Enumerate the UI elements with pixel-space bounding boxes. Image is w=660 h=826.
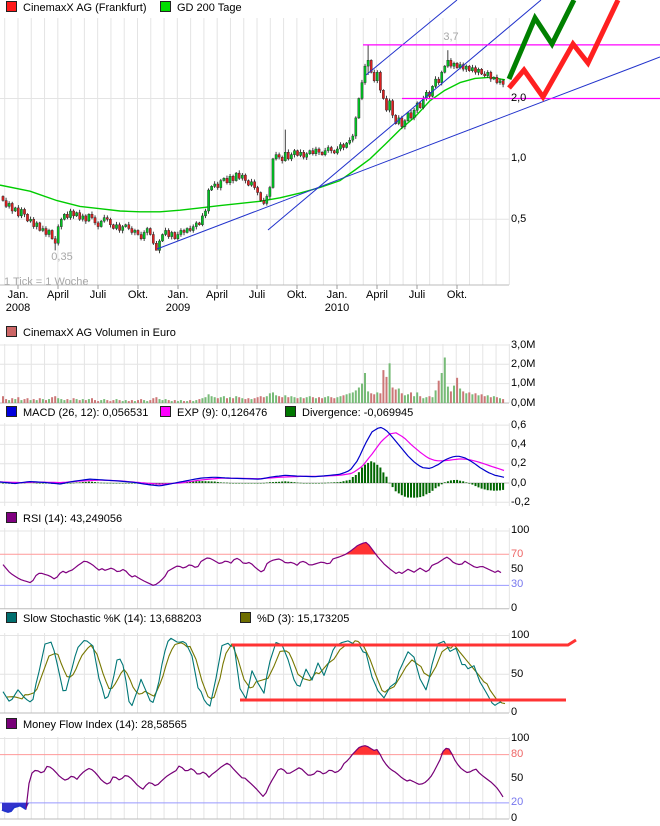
mfi-tick-100: 100 — [511, 732, 530, 744]
legend-item-stoch-k: Slow Stochastic %K (14): 13,688203 — [6, 612, 202, 625]
overbought-fill — [2, 745, 503, 755]
exp-label: EXP (9): 0,126476 — [177, 407, 268, 419]
x-tick-apr08: April — [46, 289, 69, 301]
x-tick-jan10: Jan. — [326, 289, 348, 301]
rsi-swatch-icon — [6, 512, 17, 523]
divergence-label: Divergence: -0,069945 — [302, 407, 414, 419]
instrument-swatch-icon — [6, 1, 17, 12]
candlestick-series — [1, 44, 505, 254]
vol-tick-3m: 3,0M — [511, 339, 536, 351]
mfi-tick-80: 80 — [511, 748, 524, 760]
price-tick-1: 1,0 — [511, 152, 527, 164]
stochastic-legend: Slow Stochastic %K (14): 13,688203 %D (3… — [0, 612, 660, 625]
price-chart-legend: CinemaxX AG (Frankfurt) GD 200 Tage — [0, 1, 660, 14]
legend-item-stoch-d: %D (3): 15,173205 — [240, 612, 349, 625]
low-extreme-label: 0,35 — [51, 251, 73, 263]
price-tick-05: 0,5 — [511, 213, 527, 225]
legend-item-macd: MACD (26, 12): 0,056531 — [6, 406, 148, 419]
x-tick-jul09: Juli — [248, 289, 266, 301]
price-tick-2: 2,0 — [511, 92, 527, 104]
x-tick-okt08: Okt. — [127, 289, 149, 301]
macd-tick-04: 0,4 — [511, 438, 527, 450]
legend-item-rsi: RSI (14): 43,249056 — [6, 512, 122, 525]
legend-item-exp: EXP (9): 0,126476 — [160, 406, 267, 419]
vol-tick-2m: 2,0M — [511, 358, 536, 370]
volume-legend: CinemaxX AG Volumen in Euro — [0, 326, 660, 339]
mfi-tick-50: 50 — [511, 772, 524, 784]
x-tick-apr09: April — [205, 289, 228, 301]
mfi-legend: Money Flow Index (14): 28,58565 — [0, 718, 660, 731]
x-tick-jan08: Jan. — [7, 289, 29, 301]
x-tick-year08: 2008 — [5, 302, 31, 314]
x-tick-jan09: Jan. — [167, 289, 189, 301]
macd-label: MACD (26, 12): 0,056531 — [23, 407, 149, 419]
volume-swatch-icon — [6, 326, 17, 337]
trendline — [267, 0, 542, 231]
x-tick-okt09: Okt. — [286, 289, 308, 301]
rsi-tick-100: 100 — [511, 524, 530, 536]
stoch-d-label: %D (3): 15,173205 — [257, 613, 350, 625]
stock-chart-page: CinemaxX AG (Frankfurt) GD 200 Tage 2,0 … — [0, 0, 660, 826]
legend-item-gd200: GD 200 Tage — [160, 1, 242, 14]
rsi-tick-50: 50 — [511, 563, 524, 575]
rsi-tick-30: 30 — [511, 578, 524, 590]
rsi-tick-70: 70 — [511, 548, 524, 560]
high-extreme-label: 3,7 — [443, 31, 459, 43]
alt-scenario-zigzag — [507, 0, 621, 102]
x-tick-jul10: Juli — [408, 289, 426, 301]
x-tick-jul08: Juli — [89, 289, 107, 301]
macd-tick-06: 0,6 — [511, 419, 527, 431]
stochastic-k-line — [2, 637, 502, 707]
mfi-line — [1, 745, 504, 813]
trendline — [156, 56, 660, 250]
stoch-tick-50: 50 — [511, 668, 524, 680]
rsi-label: RSI (14): 43,249056 — [23, 513, 123, 525]
divergence-swatch-icon — [285, 406, 296, 417]
exp-swatch-icon — [160, 406, 171, 417]
overbought-fill — [3, 542, 501, 555]
rsi-legend: RSI (14): 43,249056 — [0, 512, 660, 525]
legend-item-instrument: CinemaxX AG (Frankfurt) — [6, 1, 146, 14]
x-tick-year10: 2010 — [324, 302, 350, 314]
gd200-label: GD 200 Tage — [177, 2, 242, 14]
mfi-tick-0: 0 — [511, 812, 518, 824]
mfi-tick-20: 20 — [511, 796, 524, 808]
stoch-tick-100: 100 — [511, 629, 530, 641]
legend-item-mfi: Money Flow Index (14): 28,58565 — [6, 718, 187, 731]
macd-tick-00: 0,0 — [511, 477, 527, 489]
macd-swatch-icon — [6, 406, 17, 417]
macd-legend: MACD (26, 12): 0,056531 EXP (9): 0,12647… — [0, 406, 660, 419]
vol-tick-1m: 1,0M — [511, 377, 536, 389]
legend-item-divergence: Divergence: -0,069945 — [285, 406, 413, 419]
macd-tick-neg02: -0,2 — [511, 496, 530, 508]
macd-line — [0, 426, 505, 487]
mfi-label: Money Flow Index (14): 28,58565 — [23, 719, 187, 731]
mfi-swatch-icon — [6, 718, 17, 729]
legend-item-volume: CinemaxX AG Volumen in Euro — [6, 326, 176, 339]
stoch-k-label: Slow Stochastic %K (14): 13,688203 — [23, 613, 202, 625]
x-tick-okt10: Okt. — [446, 289, 468, 301]
instrument-label: CinemaxX AG (Frankfurt) — [23, 2, 147, 14]
macd-tick-02: 0,2 — [511, 457, 527, 469]
volume-label: CinemaxX AG Volumen in Euro — [23, 327, 176, 339]
stoch-k-swatch-icon — [6, 612, 17, 623]
x-tick-year09: 2009 — [165, 302, 191, 314]
rsi-line — [2, 541, 502, 586]
tick-interval-note: 1 Tick = 1 Woche — [4, 276, 89, 288]
stoch-d-swatch-icon — [240, 612, 251, 623]
gd200-swatch-icon — [160, 1, 171, 12]
macd-signal-line — [0, 432, 505, 485]
x-tick-apr10: April — [365, 289, 388, 301]
